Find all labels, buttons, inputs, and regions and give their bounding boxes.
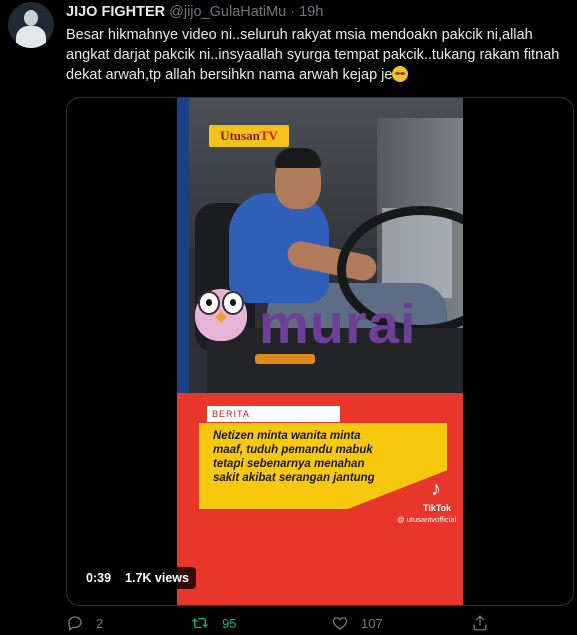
scene-dash-lights (255, 354, 315, 364)
reply-button[interactable]: 2 (66, 612, 103, 634)
mascot-pupil-right (230, 299, 236, 306)
video-meta-badge: 0:39 1.7K views (79, 567, 196, 589)
tweet-header: JIJO FIGHTER @jijo_GulaHatiMu · 19h (66, 4, 323, 20)
mascot-eye-left (198, 291, 220, 315)
avatar-body (16, 26, 46, 48)
tweet-time[interactable]: 19h (299, 4, 323, 20)
heart-icon (332, 617, 348, 630)
murai-watermark: murai (259, 292, 417, 355)
news-headline: Netizen minta wanita minta maaf, tuduh p… (213, 430, 375, 484)
scene-driver-hair (275, 148, 321, 168)
utusan-tv-logo: UtusanTV (209, 125, 289, 147)
tweet-text: Besar hikmahnye video ni..seluruh rakyat… (66, 25, 566, 85)
tiktok-username: @ utusantvofficial (397, 515, 457, 524)
share-icon (473, 615, 487, 631)
tiktok-label: TikTok (423, 503, 452, 513)
utusan-logo-tv: TV (259, 128, 278, 143)
share-button[interactable] (471, 612, 501, 634)
video-views: 1.7K views (125, 571, 189, 585)
utusan-logo-text: Utusan (220, 128, 260, 143)
retweet-icon (192, 617, 208, 629)
separator: · (290, 4, 296, 20)
author-handle[interactable]: @jijo_GulaHatiMu (169, 4, 286, 20)
news-category-label: BERITA (207, 406, 340, 422)
tweet-body: Besar hikmahnye video ni..seluruh rakyat… (66, 27, 560, 83)
video-frame[interactable]: UtusanTV murai BERITA Netizen minta wani… (177, 98, 463, 605)
like-count: 107 (361, 615, 383, 631)
avatar-head (24, 10, 38, 26)
tweet-actions: 2 95 107 (66, 612, 566, 634)
tiktok-icon: ♪ (431, 478, 441, 500)
like-button[interactable]: 107 (331, 612, 383, 634)
mascot-beak (215, 311, 227, 323)
mascot-pupil-left (206, 299, 212, 306)
mascot-eye-right (222, 291, 244, 315)
retweet-count: 95 (222, 615, 237, 631)
emoji-icon (392, 66, 409, 82)
avatar[interactable] (8, 2, 54, 48)
reply-count: 2 (96, 615, 104, 631)
retweet-button[interactable]: 95 (190, 612, 236, 634)
murai-mascot-icon (195, 289, 247, 341)
video-duration: 0:39 (86, 571, 112, 585)
video-player[interactable]: UtusanTV murai BERITA Netizen minta wani… (66, 97, 574, 606)
reply-icon (68, 616, 82, 632)
scene-pillar (177, 98, 189, 408)
author-name[interactable]: JIJO FIGHTER (66, 4, 165, 20)
